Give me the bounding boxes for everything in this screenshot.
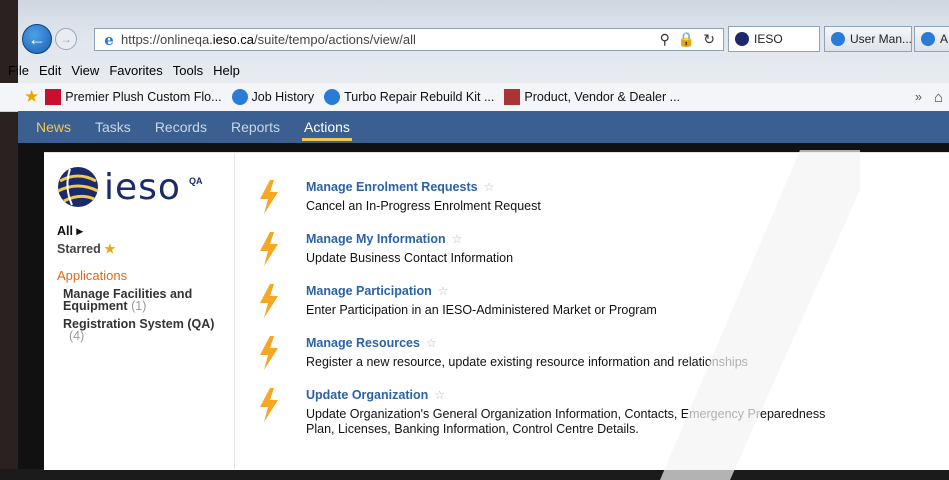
favorite-link[interactable]: Product, Vendor & Dealer ... [504, 89, 680, 105]
tab-third[interactable]: A [914, 26, 949, 52]
action-title: Manage Resources [306, 336, 420, 350]
favorite-label: Product, Vendor & Dealer ... [524, 90, 681, 104]
menu-favorites[interactable]: Favorites [109, 63, 162, 78]
home-icon[interactable]: ⌂ [934, 89, 943, 106]
applications-heading: Applications [57, 268, 128, 283]
filter-all[interactable]: All ▸ [57, 223, 83, 238]
tab-user-manual[interactable]: User Man... [824, 26, 912, 52]
favorite-link[interactable]: Turbo Repair Rebuild Kit ... [324, 89, 494, 105]
nav-news[interactable]: News [18, 111, 83, 143]
action-link[interactable]: Manage My Information ☆ [306, 232, 462, 246]
app-count: (1) [131, 299, 147, 313]
menu-help[interactable]: Help [213, 63, 240, 78]
lightning-icon [260, 388, 278, 422]
action-title: Manage My Information [306, 232, 446, 246]
app-nav: News Tasks Records Reports Actions [18, 111, 949, 143]
star-outline-icon[interactable]: ☆ [484, 180, 495, 194]
app-name: Registration System (QA) [63, 317, 215, 331]
favorite-label: Job History [251, 90, 315, 104]
star-outline-icon[interactable]: ☆ [438, 284, 449, 298]
nav-tasks[interactable]: Tasks [83, 111, 143, 143]
star-outline-icon[interactable]: ☆ [452, 232, 463, 246]
action-title: Update Organization [306, 388, 429, 402]
app-name: Manage Facilities and Equipment [63, 287, 193, 313]
action-title: Manage Participation [306, 284, 432, 298]
ieso-logo[interactable]: ieso QA [56, 165, 202, 209]
menu-tools[interactable]: Tools [173, 63, 203, 78]
lightning-icon [260, 232, 278, 266]
nav-actions[interactable]: Actions [292, 111, 362, 143]
app-manage-facilities[interactable]: Manage Facilities and Equipment (1) [63, 287, 213, 313]
ie-icon [324, 89, 341, 105]
watermark [660, 150, 860, 480]
action-title: Manage Enrolment Requests [306, 180, 478, 194]
ie-icon [231, 89, 248, 105]
star-outline-icon[interactable]: ☆ [434, 388, 445, 402]
address-bar[interactable]: e https://onlineqa.ieso.ca/suite/tempo/a… [94, 28, 724, 51]
environment-badge: QA [188, 176, 203, 186]
tab-label: IESO [754, 32, 783, 46]
menu-file[interactable]: File [8, 63, 29, 78]
menu-view[interactable]: View [71, 63, 99, 78]
favorites-star-icon[interactable]: ★ [24, 87, 39, 107]
ie-icon [831, 32, 845, 46]
ie-icon [921, 32, 935, 46]
favorites-overflow[interactable]: » [915, 90, 922, 104]
action-link[interactable]: Manage Enrolment Requests ☆ [306, 180, 494, 194]
action-link[interactable]: Manage Participation ☆ [306, 284, 449, 298]
star-outline-icon[interactable]: ☆ [426, 336, 437, 350]
nav-reports[interactable]: Reports [219, 111, 292, 143]
star-icon: ★ [104, 242, 116, 256]
globe-icon [57, 167, 99, 207]
favorite-label: Turbo Repair Rebuild Kit ... [344, 90, 495, 104]
url-host: ieso.ca [212, 32, 254, 47]
ieso-favicon [735, 32, 749, 46]
bookmark-icon [45, 89, 62, 105]
url-path: /suite/tempo/actions/view/all [254, 32, 416, 47]
lightning-icon [260, 336, 278, 370]
favorite-link[interactable]: Premier Plush Custom Flo... [45, 89, 222, 105]
tab-label: User Man... [850, 32, 912, 46]
lock-icon[interactable]: 🔒 [678, 31, 695, 48]
menu-edit[interactable]: Edit [39, 63, 61, 78]
tab-label: A [940, 32, 949, 46]
lightning-icon [260, 284, 278, 318]
nav-records[interactable]: Records [143, 111, 219, 143]
favorite-link[interactable]: Job History [231, 89, 315, 105]
menu-bar: File Edit View Favorites Tools Help [0, 60, 949, 80]
action-link[interactable]: Manage Resources ☆ [306, 336, 437, 350]
bookmark-icon [504, 89, 521, 105]
address-tools: ⚲ 🔒 ↻ [660, 31, 715, 48]
arrow-left-icon: ← [28, 28, 46, 49]
ie-icon: e [104, 30, 114, 49]
action-link[interactable]: Update Organization ☆ [306, 388, 445, 402]
refresh-icon[interactable]: ↻ [703, 31, 715, 48]
arrow-right-icon: → [60, 32, 72, 46]
favorites-bar: ★ Premier Plush Custom Flo... Job Histor… [0, 83, 949, 112]
forward-button[interactable]: → [55, 28, 77, 50]
filter-starred[interactable]: Starred ★ [57, 241, 115, 256]
tab-ieso[interactable]: IESO [728, 26, 820, 52]
logo-text: ieso [104, 166, 181, 208]
filter-starred-label: Starred [57, 242, 101, 256]
lightning-icon [260, 180, 278, 214]
app-registration-system[interactable]: Registration System (QA) (4) [63, 317, 223, 343]
url-prefix: https://onlineqa. [121, 32, 213, 47]
url-text[interactable]: https://onlineqa.ieso.ca/suite/tempo/act… [121, 32, 660, 47]
app-count: (4) [69, 329, 85, 343]
back-button[interactable]: ← [22, 24, 52, 54]
favorite-label: Premier Plush Custom Flo... [65, 90, 222, 104]
search-icon[interactable]: ⚲ [660, 31, 670, 48]
